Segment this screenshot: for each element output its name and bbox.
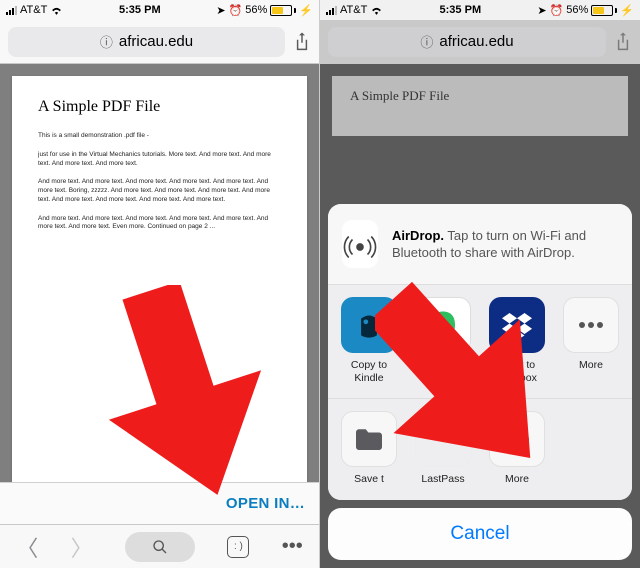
forward-button[interactable]: 〉 bbox=[71, 531, 93, 563]
location-icon: ➤ bbox=[216, 4, 225, 17]
pdf-title: A Simple PDF File bbox=[332, 76, 628, 136]
bottom-toolbar: 〈 〉 : ) ••• bbox=[0, 524, 319, 568]
share-actions-row[interactable]: Save t LastPass More bbox=[328, 398, 632, 500]
action-label: More bbox=[505, 473, 529, 486]
signal-icon bbox=[326, 5, 337, 15]
status-bar: AT&T 5:35 PM ➤ ⏰ 56% ⚡ bbox=[320, 0, 640, 20]
share-app-evernote[interactable]: Copy to Evernote bbox=[408, 297, 478, 384]
battery-pct: 56% bbox=[566, 4, 588, 16]
pdf-para: And more text. And more text. And more t… bbox=[38, 215, 281, 233]
search-icon bbox=[152, 539, 168, 555]
airdrop-text: AirDrop. Tap to turn on Wi-Fi and Blueto… bbox=[392, 227, 618, 262]
share-action-save[interactable]: Save t bbox=[334, 411, 404, 486]
lastpass-icon bbox=[415, 411, 471, 467]
clock: 5:35 PM bbox=[440, 4, 482, 16]
pdf-para: just for use in the Virtual Mechanics tu… bbox=[38, 151, 281, 169]
airdrop-icon bbox=[342, 220, 378, 268]
status-bar: AT&T 5:35 PM ➤ ⏰ 56% ⚡ bbox=[0, 0, 319, 20]
airdrop-row[interactable]: AirDrop. Tap to turn on Wi-Fi and Blueto… bbox=[328, 204, 632, 285]
app-label: More bbox=[579, 359, 603, 372]
phone-left: AT&T 5:35 PM ➤ ⏰ 56% ⚡ ⓘ africau.edu A S… bbox=[0, 0, 320, 568]
charging-icon: ⚡ bbox=[620, 4, 634, 17]
url-field[interactable]: ⓘ africau.edu bbox=[8, 27, 285, 57]
open-in-label: OPEN IN… bbox=[226, 495, 305, 512]
battery-icon bbox=[591, 5, 617, 16]
more-icon bbox=[489, 411, 545, 467]
action-label: LastPass bbox=[421, 473, 464, 486]
action-label: Save t bbox=[354, 473, 384, 486]
back-button[interactable]: 〈 bbox=[16, 531, 38, 563]
url-text: africau.edu bbox=[439, 33, 513, 50]
info-icon: ⓘ bbox=[100, 32, 113, 51]
pdf-title: A Simple PDF File bbox=[38, 98, 281, 116]
cancel-label: Cancel bbox=[450, 523, 509, 545]
airdrop-title: AirDrop. bbox=[392, 228, 444, 243]
address-bar: ⓘ africau.edu bbox=[320, 20, 640, 64]
share-action-lastpass[interactable]: LastPass bbox=[408, 411, 478, 486]
folder-icon bbox=[341, 411, 397, 467]
share-app-kindle[interactable]: Copy to Kindle bbox=[334, 297, 404, 384]
clock: 5:35 PM bbox=[119, 4, 161, 16]
app-label: Copy to Dropbox bbox=[483, 359, 551, 384]
location-icon: ➤ bbox=[537, 4, 546, 17]
battery-pct: 56% bbox=[245, 4, 267, 16]
open-in-button[interactable]: OPEN IN… bbox=[0, 482, 319, 524]
pdf-para: This is a small demonstration .pdf file … bbox=[38, 132, 281, 141]
wifi-icon bbox=[50, 5, 63, 15]
battery-icon bbox=[270, 5, 296, 16]
carrier-label: AT&T bbox=[20, 4, 47, 16]
kindle-icon bbox=[341, 297, 397, 353]
alarm-icon: ⏰ bbox=[229, 4, 243, 17]
alarm-icon: ⏰ bbox=[550, 4, 564, 17]
pdf-para: And more text. And more text. And more t… bbox=[38, 178, 281, 204]
share-app-more[interactable]: More bbox=[556, 297, 626, 384]
share-action-more[interactable]: More bbox=[482, 411, 552, 486]
charging-icon: ⚡ bbox=[299, 4, 313, 17]
wifi-icon bbox=[370, 5, 383, 15]
content-area[interactable]: A Simple PDF File This is a small demons… bbox=[0, 64, 319, 524]
share-icon[interactable] bbox=[293, 31, 311, 53]
share-sheet: AirDrop. Tap to turn on Wi-Fi and Blueto… bbox=[328, 204, 632, 560]
pdf-page: A Simple PDF File This is a small demons… bbox=[12, 76, 307, 512]
url-field: ⓘ africau.edu bbox=[328, 27, 606, 57]
address-bar: ⓘ africau.edu bbox=[0, 20, 319, 64]
carrier-label: AT&T bbox=[340, 4, 367, 16]
url-text: africau.edu bbox=[119, 33, 193, 50]
app-label: Copy to Evernote bbox=[409, 359, 477, 384]
share-sheet-card: AirDrop. Tap to turn on Wi-Fi and Blueto… bbox=[328, 204, 632, 500]
more-icon bbox=[563, 297, 619, 353]
evernote-icon bbox=[415, 297, 471, 353]
dropbox-icon bbox=[489, 297, 545, 353]
app-label: Copy to Kindle bbox=[335, 359, 403, 384]
more-button[interactable]: ••• bbox=[282, 535, 303, 558]
share-apps-row[interactable]: Copy to Kindle Copy to Evernote Copy to … bbox=[328, 285, 632, 398]
share-app-dropbox[interactable]: Copy to Dropbox bbox=[482, 297, 552, 384]
signal-icon bbox=[6, 5, 17, 15]
info-icon: ⓘ bbox=[420, 32, 433, 51]
phone-right: AT&T 5:35 PM ➤ ⏰ 56% ⚡ ⓘ africau.edu A S… bbox=[320, 0, 640, 568]
tabs-button[interactable]: : ) bbox=[227, 536, 249, 558]
cancel-button[interactable]: Cancel bbox=[328, 508, 632, 560]
share-icon bbox=[614, 31, 632, 53]
search-button[interactable] bbox=[125, 532, 195, 562]
